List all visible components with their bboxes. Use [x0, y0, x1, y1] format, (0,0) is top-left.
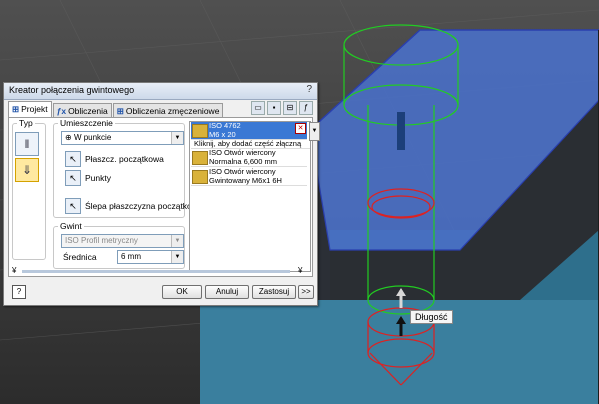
- list-dropdown-button[interactable]: ▼: [309, 122, 320, 141]
- bolt-icon: [192, 124, 208, 138]
- through-bolt-type-button[interactable]: ‖: [15, 132, 39, 156]
- start-plane-label: Płaszcz. początkowa: [85, 154, 164, 164]
- save-icon[interactable]: ▪: [267, 101, 281, 115]
- gwint-label: Gwint: [60, 221, 82, 231]
- thread-type-combo: ISO Profil metryczny ▼: [61, 234, 184, 248]
- blind-start-plane-select-button[interactable]: ↖: [65, 198, 81, 214]
- plate-side: [200, 300, 599, 404]
- design-icon: ⊞: [12, 104, 20, 114]
- expand-chevron-icon[interactable]: ¥: [298, 266, 302, 275]
- list-item-drilled-hole[interactable]: ISO Otwór wiercony Normalna 6,600 mm: [191, 148, 307, 167]
- blind-start-plane-label: Ślepa płaszczyzna początkowa: [85, 201, 203, 211]
- start-plane-select-button[interactable]: ↖: [65, 151, 81, 167]
- dialog-body: Typ ‖ ⇓ Umieszczenie ⊕ W punkcie ▼ ↖ Pła…: [8, 117, 320, 277]
- blind-bolt-type-button[interactable]: ⇓: [15, 158, 39, 182]
- design-calc-icon[interactable]: ⊟: [283, 101, 297, 115]
- fx-calc-icon[interactable]: ƒ: [299, 101, 313, 115]
- points-select-button[interactable]: ↖: [65, 170, 81, 186]
- remove-icon[interactable]: ✕: [295, 123, 306, 134]
- list-item-tapped-hole[interactable]: ISO Otwór wiercony Gwintowany M6x1 6H: [191, 167, 307, 186]
- cancel-button[interactable]: Anuluj: [205, 285, 249, 299]
- chevron-down-icon: ▼: [171, 132, 183, 144]
- chevron-down-icon: ▼: [171, 235, 183, 247]
- placement-mode-combo[interactable]: ⊕ W punkcie ▼: [61, 131, 184, 145]
- bolt-connection-wizard[interactable]: Kreator połączenia gwintowego ? ⊞ Projekt…: [3, 82, 320, 306]
- fx-icon: ƒx: [56, 106, 67, 116]
- toolbar-icons: ▭ ▪ ⊟ ƒ: [249, 101, 313, 115]
- tab-strip: ⊞ Projekt ƒx Obliczenia ⊞ Obliczenia zmęcze…: [8, 101, 224, 118]
- splitter-bar[interactable]: [22, 270, 290, 273]
- tab-projekt[interactable]: ⊞ Projekt: [8, 101, 52, 118]
- drilled-hole-icon: [192, 151, 208, 165]
- fatigue-icon: ⊞: [116, 106, 124, 116]
- dialog-title: Kreator połączenia gwintowego: [9, 85, 135, 95]
- typ-label: Typ: [19, 118, 33, 128]
- ok-button[interactable]: OK: [162, 285, 202, 299]
- list-item-iso4762[interactable]: ISO 4762 M6 x 20 ✕: [191, 121, 307, 140]
- tab-obliczenia[interactable]: ƒx Obliczenia: [52, 103, 112, 118]
- fastener-list[interactable]: ISO 4762 M6 x 20 ✕ ▼ Kliknij, aby dodać c…: [189, 121, 320, 272]
- more-button[interactable]: >>: [298, 285, 314, 299]
- help-question-icon[interactable]: ?: [306, 84, 312, 95]
- points-label: Punkty: [85, 173, 111, 183]
- apply-button[interactable]: Zastosuj: [252, 285, 296, 299]
- tab-obliczenia-zmeczeniowe[interactable]: ⊞ Obliczenia zmęczeniowe: [112, 103, 224, 118]
- collapse-chevron-icon[interactable]: ¥: [12, 266, 16, 275]
- diameter-label: Średnica: [63, 252, 97, 262]
- help-button[interactable]: ?: [12, 285, 26, 299]
- chevron-down-icon: ▼: [171, 251, 183, 263]
- dialog-titlebar[interactable]: Kreator połączenia gwintowego ?: [4, 83, 317, 100]
- diameter-combo[interactable]: 6 mm ▼: [117, 250, 184, 264]
- dialog-footer: ? OK Anuluj Zastosuj >>: [4, 280, 317, 302]
- length-tooltip: Długość: [410, 310, 453, 324]
- umieszczenie-label: Umieszczenie: [60, 118, 113, 128]
- open-folder-icon[interactable]: ▭: [251, 101, 265, 115]
- point-placement-icon: ⊕: [65, 133, 74, 142]
- tapped-hole-icon: [192, 170, 208, 184]
- bolt-shaft: [397, 112, 405, 150]
